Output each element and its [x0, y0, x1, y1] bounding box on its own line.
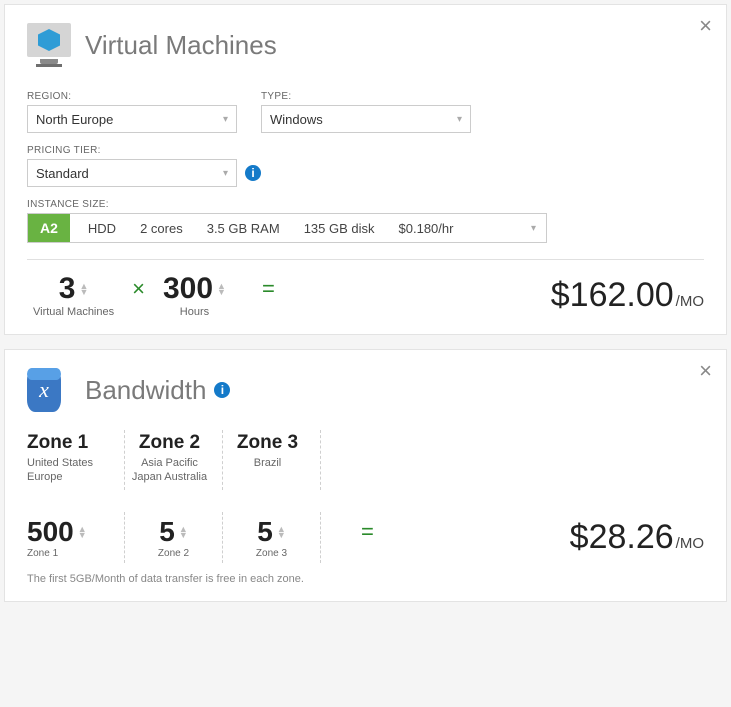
- close-icon[interactable]: ×: [699, 358, 712, 384]
- zone-name: Zone 3: [223, 432, 312, 454]
- instance-specs: HDD 2 cores 3.5 GB RAM 135 GB disk $0.18…: [70, 214, 521, 242]
- zone-header: Zone 3 Brazil: [223, 430, 321, 490]
- info-icon[interactable]: i: [214, 382, 230, 398]
- instance-storage: HDD: [88, 221, 116, 236]
- vm-qty-stepper[interactable]: 3 ▲▼ Virtual Machines: [33, 272, 114, 318]
- bw-header: x Bandwidth i: [27, 368, 704, 412]
- zone-value-row: 500 ▲▼ Zone 1 5 ▲▼ Zone 2 5 ▲▼ Zone 3 = …: [27, 512, 704, 563]
- vm-hours-label: Hours: [180, 306, 209, 318]
- instance-code: A2: [28, 214, 70, 242]
- zone-sub: Brazil: [223, 456, 312, 470]
- region-value: North Europe: [36, 112, 113, 127]
- vm-price-amount: $162.00: [551, 276, 674, 315]
- bw-price-unit: /MO: [676, 535, 704, 552]
- zone-name: Zone 2: [125, 432, 214, 454]
- zone-header: Zone 1 United States Europe: [27, 430, 125, 490]
- zone-value: 5: [257, 516, 273, 548]
- vm-hours-value: 300: [163, 272, 213, 306]
- equals-icon: =: [361, 519, 374, 545]
- vm-card: × Virtual Machines REGION: North Europe …: [4, 4, 727, 335]
- divider: [27, 259, 704, 260]
- zone-stepper[interactable]: 5 ▲▼ Zone 2: [125, 512, 223, 563]
- vm-qty-value: 3: [59, 272, 76, 306]
- vm-icon: [27, 23, 71, 67]
- stepper-icon[interactable]: ▲▼: [217, 283, 226, 295]
- vm-title: Virtual Machines: [85, 30, 277, 61]
- instance-cores: 2 cores: [140, 221, 183, 236]
- vm-header: Virtual Machines: [27, 23, 704, 67]
- vm-qty-label: Virtual Machines: [33, 306, 114, 318]
- region-select[interactable]: North Europe ▾: [27, 105, 237, 133]
- bandwidth-icon: x: [27, 368, 71, 412]
- close-icon[interactable]: ×: [699, 13, 712, 39]
- chevron-down-icon: ▾: [521, 214, 546, 242]
- zone-value-label: Zone 3: [256, 548, 287, 559]
- zone-stepper[interactable]: 500 ▲▼ Zone 1: [27, 512, 125, 563]
- zone-sub: Asia Pacific Japan Australia: [125, 456, 214, 484]
- bw-price: $28.26 /MO: [570, 518, 704, 557]
- instance-group: INSTANCE SIZE: A2 HDD 2 cores 3.5 GB RAM…: [27, 199, 704, 243]
- chevron-down-icon: ▾: [223, 114, 228, 125]
- chevron-down-icon: ▾: [223, 168, 228, 179]
- zone-value: 5: [159, 516, 175, 548]
- tier-value: Standard: [36, 166, 89, 181]
- instance-rate: $0.180/hr: [399, 221, 454, 236]
- zone-header-row: Zone 1 United States Europe Zone 2 Asia …: [27, 430, 704, 490]
- type-select[interactable]: Windows ▾: [261, 105, 471, 133]
- region-label: REGION:: [27, 91, 237, 102]
- vm-price-unit: /MO: [676, 293, 704, 310]
- info-icon[interactable]: i: [245, 165, 261, 181]
- zone-value: 500: [27, 516, 74, 548]
- type-group: TYPE: Windows ▾: [261, 91, 471, 133]
- stepper-icon[interactable]: ▲▼: [277, 526, 286, 538]
- stepper-icon[interactable]: ▲▼: [179, 526, 188, 538]
- instance-select[interactable]: A2 HDD 2 cores 3.5 GB RAM 135 GB disk $0…: [27, 213, 547, 243]
- zone-header: Zone 2 Asia Pacific Japan Australia: [125, 430, 223, 490]
- chevron-down-icon: ▾: [457, 114, 462, 125]
- multiply-icon: ×: [132, 276, 145, 302]
- vm-price: $162.00 /MO: [551, 276, 704, 315]
- bw-title: Bandwidth: [85, 375, 206, 406]
- tier-label: PRICING TIER:: [27, 145, 261, 156]
- region-group: REGION: North Europe ▾: [27, 91, 237, 133]
- type-label: TYPE:: [261, 91, 471, 102]
- vm-hours-stepper[interactable]: 300 ▲▼ Hours: [163, 272, 226, 318]
- tier-select[interactable]: Standard ▾: [27, 159, 237, 187]
- zone-sub: United States Europe: [27, 456, 116, 484]
- bw-price-amount: $28.26: [570, 518, 674, 557]
- instance-label: INSTANCE SIZE:: [27, 199, 704, 210]
- bw-footnote: The first 5GB/Month of data transfer is …: [27, 573, 704, 585]
- vm-calc-row: 3 ▲▼ Virtual Machines × 300 ▲▼ Hours = $…: [27, 272, 704, 318]
- zone-value-label: Zone 2: [158, 548, 189, 559]
- stepper-icon[interactable]: ▲▼: [78, 526, 87, 538]
- zone-stepper[interactable]: 5 ▲▼ Zone 3: [223, 512, 321, 563]
- zone-name: Zone 1: [27, 432, 116, 454]
- instance-disk: 135 GB disk: [304, 221, 375, 236]
- tier-group: PRICING TIER: Standard ▾ i: [27, 145, 261, 187]
- type-value: Windows: [270, 112, 323, 127]
- stepper-icon[interactable]: ▲▼: [79, 283, 88, 295]
- zone-value-label: Zone 1: [27, 548, 58, 559]
- instance-ram: 3.5 GB RAM: [207, 221, 280, 236]
- equals-icon: =: [262, 276, 275, 302]
- bandwidth-card: × x Bandwidth i Zone 1 United States Eur…: [4, 349, 727, 602]
